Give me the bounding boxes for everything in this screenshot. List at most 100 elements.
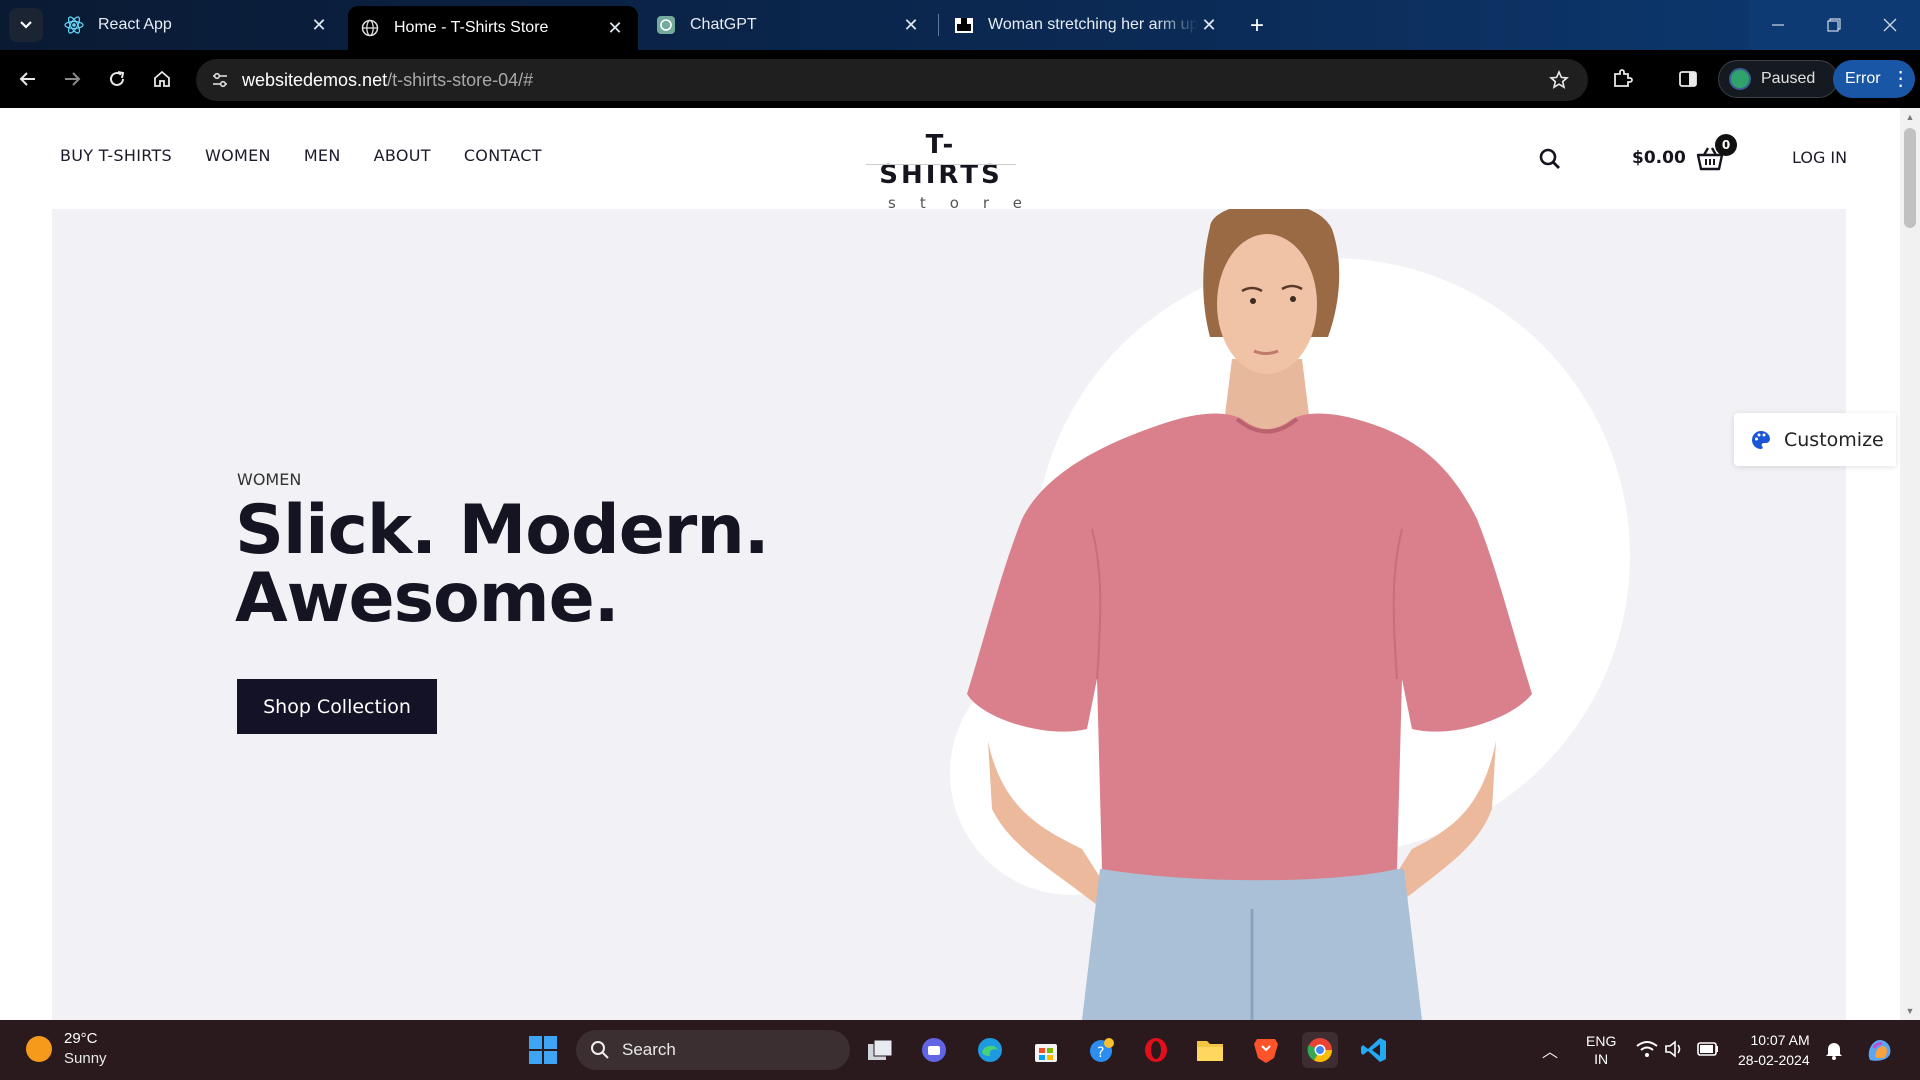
scroll-up-icon[interactable]: ▲	[1905, 112, 1915, 122]
tab-title: ChatGPT	[690, 16, 757, 33]
react-icon	[64, 15, 84, 35]
scroll-thumb[interactable]	[1904, 128, 1916, 228]
profile-button[interactable]: Paused	[1718, 60, 1838, 98]
site-navigation: BUY T-SHIRTS WOMEN MEN ABOUT CONTACT	[60, 146, 542, 165]
tab-separator	[938, 14, 939, 36]
bookmark-star-icon[interactable]	[1544, 65, 1574, 95]
new-tab-button[interactable]: +	[1242, 11, 1272, 41]
opera-icon[interactable]	[1138, 1032, 1174, 1068]
windows-taskbar: 29°C Sunny Search ? ︿ ENG IN 10:07 AM 28…	[0, 1020, 1920, 1080]
logo-title: T-SHIRTS	[879, 130, 1003, 190]
browser-tab-strip: React App ✕ Home - T-Shirts Store ✕ Chat…	[0, 0, 1920, 50]
chevron-down-icon	[20, 21, 32, 29]
site-logo[interactable]: T-SHIRTS store	[866, 130, 1022, 212]
weather-condition[interactable]: Sunny	[64, 1050, 107, 1067]
page-scrollbar[interactable]: ▲ ▼	[1900, 108, 1920, 1020]
chevron-up-icon[interactable]: ︿	[1542, 1038, 1558, 1062]
home-icon[interactable]	[144, 61, 180, 97]
weather-temperature[interactable]: 29°C	[64, 1030, 98, 1047]
hero-category-label: WOMEN	[237, 470, 302, 489]
vscode-icon[interactable]	[1356, 1032, 1392, 1068]
reload-icon[interactable]	[99, 61, 135, 97]
wifi-icon[interactable]	[1636, 1040, 1658, 1058]
file-explorer-icon[interactable]	[1192, 1032, 1228, 1068]
search-icon	[591, 1041, 609, 1059]
logo-divider	[866, 164, 1016, 165]
copilot-icon[interactable]	[1864, 1034, 1896, 1066]
url-text: websitedemos.net/t-shirts-store-04/#	[242, 70, 533, 91]
tab-tshirts-store[interactable]: Home - T-Shirts Store ✕	[348, 6, 638, 50]
tab-image-search[interactable]: Woman stretching her arm upw ✕	[942, 6, 1232, 44]
login-link[interactable]: LOG IN	[1792, 148, 1847, 167]
extensions-icon[interactable]	[1604, 61, 1640, 97]
system-clock[interactable]: 10:07 AM 28-02-2024	[1738, 1030, 1810, 1070]
close-tab-icon[interactable]: ✕	[308, 14, 330, 36]
language-indicator[interactable]: ENG IN	[1586, 1032, 1616, 1068]
close-tab-icon[interactable]: ✕	[1198, 14, 1220, 36]
volume-icon[interactable]	[1664, 1040, 1686, 1058]
sun-icon[interactable]	[26, 1036, 52, 1062]
language-code: ENG	[1586, 1033, 1617, 1049]
microsoft-store-icon[interactable]	[1028, 1032, 1064, 1068]
hero-model-image	[967, 209, 1532, 1020]
nav-buy-tshirts[interactable]: BUY T-SHIRTS	[60, 146, 172, 165]
close-window-icon[interactable]	[1862, 0, 1918, 50]
brave-browser-icon[interactable]	[1248, 1032, 1284, 1068]
chrome-icon[interactable]	[1302, 1032, 1338, 1068]
url-host: websitedemos.net	[242, 70, 388, 90]
help-app-icon[interactable]: ?	[1084, 1032, 1120, 1068]
region-code: IN	[1594, 1051, 1609, 1067]
hero-heading: Slick. Modern. Awesome.	[235, 497, 835, 633]
globe-icon	[360, 18, 380, 38]
nav-about[interactable]: ABOUT	[374, 146, 431, 165]
browser-toolbar: websitedemos.net/t-shirts-store-04/# Pau…	[0, 50, 1920, 108]
taskbar-search-box[interactable]: Search	[576, 1030, 850, 1070]
close-tab-icon[interactable]: ✕	[604, 17, 626, 39]
shop-collection-button[interactable]: Shop Collection	[237, 679, 437, 734]
clock-time: 10:07 AM	[1750, 1032, 1810, 1048]
close-tab-icon[interactable]: ✕	[900, 14, 922, 36]
tab-search-button[interactable]	[9, 8, 43, 42]
error-button[interactable]: Error ⋮	[1833, 60, 1915, 98]
error-label: Error	[1845, 70, 1881, 87]
web-page: BUY T-SHIRTS WOMEN MEN ABOUT CONTACT T-S…	[0, 108, 1900, 1020]
search-icon[interactable]	[1537, 146, 1563, 172]
restore-icon[interactable]	[1806, 0, 1862, 50]
side-panel-icon[interactable]	[1670, 61, 1706, 97]
forward-arrow-icon[interactable]	[54, 61, 90, 97]
cart-total[interactable]: $0.00	[1632, 148, 1686, 168]
tab-chatgpt[interactable]: ChatGPT ✕	[644, 6, 934, 44]
scroll-down-icon[interactable]: ▼	[1905, 1006, 1915, 1016]
edge-browser-icon[interactable]	[972, 1032, 1008, 1068]
hero-banner: WOMEN Slick. Modern. Awesome. Shop Colle…	[52, 209, 1846, 1020]
teams-chat-icon[interactable]	[916, 1032, 952, 1068]
avatar	[1729, 68, 1751, 90]
more-vert-icon: ⋮	[1890, 68, 1911, 90]
hero-heading-line1: Slick. Modern.	[235, 491, 770, 570]
address-bar[interactable]: websitedemos.net/t-shirts-store-04/#	[196, 59, 1588, 101]
image-site-icon	[954, 15, 974, 35]
chatgpt-icon	[656, 15, 676, 35]
site-settings-icon[interactable]	[204, 64, 236, 96]
hero-heading-line2: Awesome.	[235, 559, 620, 638]
clock-date: 28-02-2024	[1738, 1052, 1810, 1068]
nav-women[interactable]: WOMEN	[205, 146, 271, 165]
taskbar-search-label: Search	[622, 1040, 676, 1059]
notification-bell-icon[interactable]	[1824, 1040, 1844, 1060]
tab-title: React App	[98, 16, 172, 33]
battery-icon[interactable]	[1697, 1042, 1719, 1056]
windows-start-icon[interactable]	[528, 1035, 558, 1065]
nav-contact[interactable]: CONTACT	[464, 146, 542, 165]
nav-men[interactable]: MEN	[304, 146, 341, 165]
task-view-icon[interactable]	[862, 1032, 898, 1068]
tab-react-app[interactable]: React App ✕	[52, 6, 342, 44]
customize-label: Customize	[1784, 428, 1884, 451]
back-arrow-icon[interactable]	[10, 61, 46, 97]
tab-title: Woman stretching her arm upw	[988, 16, 1198, 33]
minimize-icon[interactable]	[1750, 0, 1806, 50]
customize-button[interactable]: Customize	[1734, 413, 1896, 466]
tab-title: Home - T-Shirts Store	[394, 19, 549, 36]
url-path: /t-shirts-store-04/#	[387, 70, 534, 90]
palette-icon	[1752, 430, 1770, 449]
profile-status: Paused	[1761, 70, 1816, 87]
